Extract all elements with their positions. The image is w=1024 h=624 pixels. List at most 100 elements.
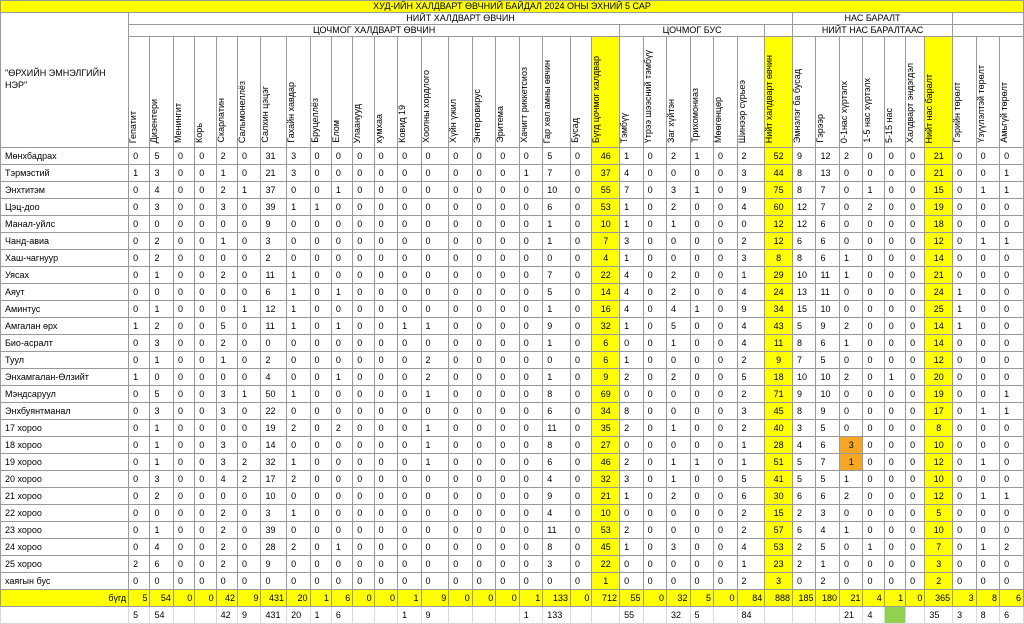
group-births-blank — [952, 12, 1024, 25]
value-cell: 27 — [591, 436, 621, 454]
value-cell: 2 — [236, 470, 262, 488]
total-cell: 0 — [373, 589, 399, 607]
value-cell: 0 — [883, 266, 907, 284]
value-cell: 2 — [862, 198, 885, 216]
value-cell: 6 — [815, 334, 840, 352]
value-cell: 1 — [689, 453, 715, 471]
value-cell: 0 — [194, 198, 217, 216]
value-cell: 0 — [542, 249, 571, 267]
value-cell: 0 — [471, 215, 497, 233]
value-cell: 0 — [838, 572, 864, 590]
value-cell: 0 — [666, 232, 691, 250]
value-cell: 0 — [999, 215, 1024, 233]
value-cell: 0 — [236, 368, 262, 386]
value-cell: 0 — [838, 181, 864, 199]
value-cell: 0 — [838, 555, 864, 573]
value-cell: 0 — [420, 147, 450, 165]
value-cell: 14 — [260, 436, 288, 454]
total-cell: 180 — [815, 589, 840, 607]
column-header: хумхаа — [373, 36, 399, 148]
value-cell: 0 — [330, 147, 354, 165]
value-cell: 17 — [924, 402, 954, 420]
value-cell: 8 — [542, 436, 571, 454]
value-cell: 4 — [736, 317, 766, 335]
value-cell: 0 — [309, 453, 332, 471]
value-cell: 7 — [815, 453, 840, 471]
value-cell: 0 — [194, 572, 217, 590]
extra-cell — [448, 606, 473, 624]
value-cell: 0 — [128, 249, 151, 267]
value-cell: 0 — [420, 164, 450, 182]
value-cell: 0 — [330, 453, 354, 471]
value-cell: 1 — [666, 215, 691, 233]
extra-cell — [642, 606, 668, 624]
extra-cell — [713, 606, 738, 624]
value-cell: 0 — [518, 215, 544, 233]
column-header: Ковид 19 — [397, 36, 422, 148]
value-cell: 0 — [905, 436, 926, 454]
value-cell: 5 — [666, 317, 691, 335]
value-cell: 28 — [764, 436, 793, 454]
value-cell: 3 — [791, 419, 817, 437]
value-cell: 0 — [952, 232, 977, 250]
column-header-label: Ковид 19 — [397, 105, 408, 143]
value-cell: 15 — [791, 300, 817, 318]
value-cell: 2 — [736, 351, 766, 369]
clinic-name: Амгалан өрх — [0, 317, 130, 335]
value-cell: 0 — [975, 351, 1001, 369]
value-cell: 0 — [194, 385, 217, 403]
value-cell: 1 — [591, 572, 621, 590]
value-cell: 0 — [397, 147, 422, 165]
value-cell: 0 — [330, 521, 354, 539]
value-cell: 0 — [518, 521, 544, 539]
value-cell: 1 — [128, 368, 151, 386]
value-cell: 0 — [642, 249, 668, 267]
extra-cell: 1 — [518, 606, 544, 624]
total-cell: 8 — [975, 589, 1001, 607]
value-cell: 0 — [236, 572, 262, 590]
value-cell: 0 — [194, 147, 217, 165]
value-cell: 1 — [286, 453, 311, 471]
extra-cell: 32 — [666, 606, 691, 624]
value-cell: 0 — [286, 351, 311, 369]
value-cell: 0 — [542, 572, 571, 590]
value-cell: 1 — [838, 266, 864, 284]
value-cell: 0 — [420, 470, 450, 488]
value-cell: 37 — [260, 181, 288, 199]
value-cell: 0 — [330, 334, 354, 352]
value-cell: 9 — [260, 555, 288, 573]
value-cell: 0 — [905, 317, 926, 335]
value-cell: 0 — [569, 538, 593, 556]
total-cell: 712 — [591, 589, 621, 607]
value-cell: 0 — [309, 487, 332, 505]
column-header-label: 5-15 нас — [884, 108, 894, 143]
value-cell: 6 — [791, 487, 817, 505]
value-cell: 5 — [815, 351, 840, 369]
value-cell: 0 — [569, 419, 593, 437]
value-cell: 0 — [975, 317, 1001, 335]
value-cell: 21 — [924, 147, 954, 165]
value-cell: 0 — [642, 164, 668, 182]
total-label: бүгд — [0, 589, 130, 607]
value-cell: 16 — [591, 300, 621, 318]
value-cell: 0 — [666, 385, 691, 403]
value-cell: 0 — [975, 368, 1001, 386]
value-cell: 0 — [975, 572, 1001, 590]
value-cell: 0 — [495, 555, 520, 573]
value-cell: 46 — [591, 453, 621, 471]
extra-cell: 84 — [736, 606, 766, 624]
value-cell: 0 — [569, 147, 593, 165]
value-cell: 0 — [495, 147, 520, 165]
value-cell: 0 — [495, 436, 520, 454]
value-cell: 0 — [495, 351, 520, 369]
value-cell: 0 — [713, 555, 738, 573]
value-cell: 0 — [713, 572, 738, 590]
value-cell: 1 — [619, 538, 644, 556]
value-cell: 0 — [495, 164, 520, 182]
extra-cell — [883, 606, 907, 624]
total-cell: 0 — [172, 589, 196, 607]
group-of-total-deaths: НИЙТ НАС БАРАЛТААС — [791, 24, 954, 37]
column-header: Энтеровирус — [471, 36, 497, 148]
value-cell: 0 — [542, 351, 571, 369]
value-cell: 0 — [149, 215, 174, 233]
